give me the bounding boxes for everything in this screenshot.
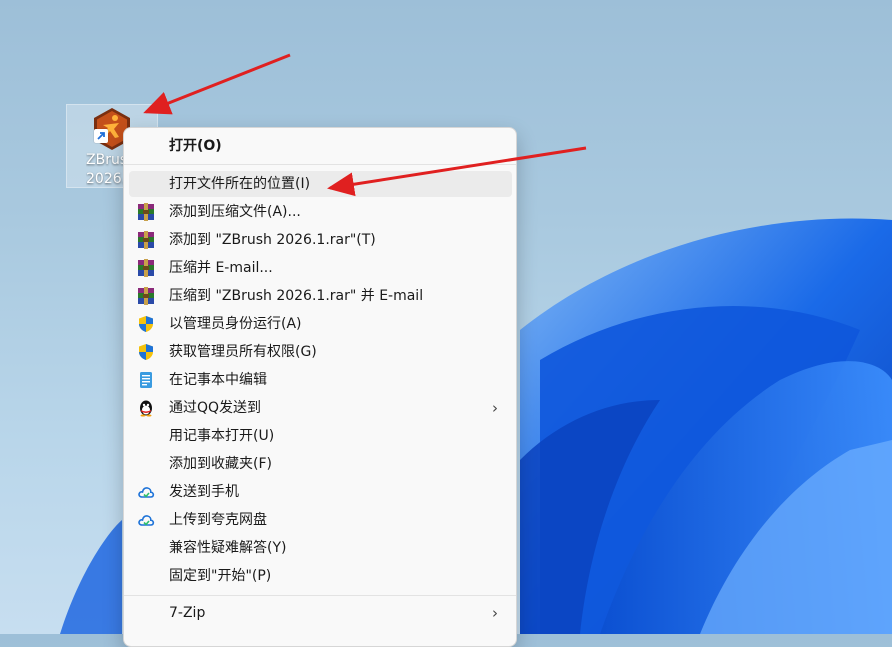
menu-item-pin-to-start[interactable]: 固定到"开始"(P) bbox=[129, 563, 512, 589]
notepad-icon bbox=[140, 372, 152, 388]
menu-separator bbox=[124, 164, 516, 165]
menu-item-label: 压缩到 "ZBrush 2026.1.rar" 并 E-mail bbox=[169, 288, 424, 304]
menu-item-7zip[interactable]: 7-Zip › bbox=[129, 600, 512, 626]
menu-item-add-to-rar[interactable]: 添加到 "ZBrush 2026.1.rar"(T) bbox=[129, 227, 512, 253]
menu-item-edit-in-notepad[interactable]: 在记事本中编辑 bbox=[129, 367, 512, 393]
menu-item-label: 获取管理员所有权限(G) bbox=[169, 344, 317, 360]
context-menu: 打开(O) 打开文件所在的位置(I) 添加到压缩文件(A)... 添加到 "ZB… bbox=[123, 127, 517, 647]
menu-item-label: 以管理员身份运行(A) bbox=[169, 316, 302, 332]
menu-item-label: 固定到"开始"(P) bbox=[169, 568, 272, 584]
menu-item-label: 发送到手机 bbox=[169, 484, 239, 500]
menu-item-upload-quark[interactable]: 上传到夸克网盘 bbox=[129, 507, 512, 533]
chevron-right-icon: › bbox=[492, 399, 498, 417]
menu-item-label: 打开文件所在的位置(I) bbox=[169, 176, 311, 192]
menu-item-add-to-favorites[interactable]: 添加到收藏夹(F) bbox=[129, 451, 512, 477]
menu-item-open-with-notepad[interactable]: 用记事本打开(U) bbox=[129, 423, 512, 449]
menu-item-run-as-admin[interactable]: 以管理员身份运行(A) bbox=[129, 311, 512, 337]
menu-item-label: 压缩并 E-mail... bbox=[169, 260, 273, 276]
uac-shield-icon bbox=[139, 344, 153, 360]
menu-item-send-via-qq[interactable]: 通过QQ发送到 › bbox=[129, 395, 512, 421]
menu-item-label: 7-Zip bbox=[169, 605, 206, 621]
menu-item-take-ownership[interactable]: 获取管理员所有权限(G) bbox=[129, 339, 512, 365]
menu-item-send-to-phone[interactable]: 发送到手机 bbox=[129, 479, 512, 505]
cloud-icon bbox=[138, 515, 155, 526]
menu-item-label: 添加到收藏夹(F) bbox=[169, 456, 272, 472]
menu-item-add-to-archive[interactable]: 添加到压缩文件(A)... bbox=[129, 199, 512, 225]
menu-item-label: 添加到压缩文件(A)... bbox=[169, 204, 301, 220]
menu-item-label: 在记事本中编辑 bbox=[169, 372, 267, 388]
winrar-icon bbox=[138, 259, 154, 277]
winrar-icon bbox=[138, 231, 154, 249]
shortcut-arrow-icon bbox=[94, 129, 108, 143]
cloud-icon bbox=[138, 487, 155, 498]
winrar-icon bbox=[138, 287, 154, 305]
menu-item-open-file-location[interactable]: 打开文件所在的位置(I) bbox=[129, 171, 512, 197]
menu-item-label: 添加到 "ZBrush 2026.1.rar"(T) bbox=[169, 232, 376, 248]
menu-item-compress-to-rar-email[interactable]: 压缩到 "ZBrush 2026.1.rar" 并 E-mail bbox=[129, 283, 512, 309]
uac-shield-icon bbox=[139, 316, 153, 332]
menu-item-compat-troubleshoot[interactable]: 兼容性疑难解答(Y) bbox=[129, 535, 512, 561]
menu-separator bbox=[124, 595, 516, 596]
menu-item-open[interactable]: 打开(O) bbox=[129, 133, 512, 159]
chevron-right-icon: › bbox=[492, 604, 498, 622]
winrar-icon bbox=[138, 203, 154, 221]
menu-item-label: 通过QQ发送到 bbox=[169, 400, 262, 416]
menu-item-label: 用记事本打开(U) bbox=[169, 428, 275, 444]
menu-item-label: 兼容性疑难解答(Y) bbox=[169, 540, 287, 556]
menu-item-label: 打开(O) bbox=[169, 138, 222, 154]
qq-penguin-icon bbox=[140, 400, 152, 417]
menu-item-label: 上传到夸克网盘 bbox=[169, 512, 267, 528]
menu-item-compress-email[interactable]: 压缩并 E-mail... bbox=[129, 255, 512, 281]
